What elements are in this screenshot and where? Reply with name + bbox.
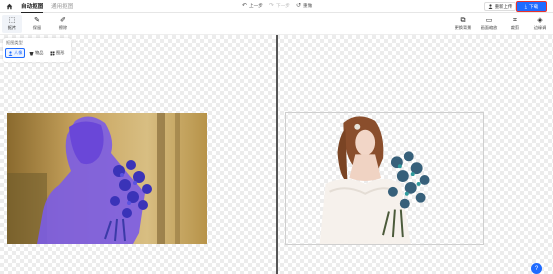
tool-select[interactable]: ⬚ 抠片 [2, 15, 22, 33]
edge-icon: ◈ [537, 17, 543, 24]
crop-icon: ⌗ [513, 17, 517, 24]
tab-general-cutout[interactable]: 通用抠图 [51, 2, 73, 10]
undo-button[interactable]: ↶ 上一步 [242, 3, 263, 9]
compare-divider[interactable] [276, 35, 278, 274]
redo-icon: ↷ [269, 3, 275, 9]
cutout-type-person[interactable]: 人像 [5, 48, 26, 58]
top-bar: 自动抠图 通用抠图 ↶ 上一步 ↷ 下一步 ↺ 重做 重新上传 ⤓ 下载 [0, 0, 553, 13]
zoom-icon: ▭ [485, 17, 493, 24]
tool-keep[interactable]: ✎ 保留 [27, 15, 47, 33]
download-icon: ⤓ [524, 3, 527, 10]
cutout-type-title: 抠图类型 [6, 40, 23, 45]
tool-background-label: 更换背景 [454, 25, 472, 30]
tool-crop-label: 裁剪 [510, 25, 520, 30]
reupload-label: 重新上传 [494, 3, 513, 9]
reupload-button[interactable]: 重新上传 [484, 2, 516, 11]
tool-erase-label: 擦除 [58, 25, 68, 30]
help-button[interactable]: ? [531, 263, 542, 274]
tool-zoom-label: 画面缩放 [480, 25, 498, 30]
reset-button[interactable]: ↺ 重做 [296, 3, 312, 9]
person-icon [8, 50, 13, 56]
user-icon [488, 4, 493, 9]
tool-crop[interactable]: ⌗ 裁剪 [505, 15, 525, 33]
redo-button[interactable]: ↷ 下一步 [269, 3, 290, 9]
cutout-type-person-label: 人像 [14, 50, 23, 55]
tool-zoom[interactable]: ▭ 画面缩放 [479, 15, 499, 33]
tool-edge-label: 边缘调 [533, 25, 547, 30]
original-photo[interactable] [7, 113, 207, 244]
reset-icon: ↺ [296, 3, 302, 9]
cutout-result[interactable] [285, 112, 484, 245]
tool-bar: ⬚ 抠片 ✎ 保留 ✐ 擦除 ⧉ 更换背景 ▭ 画面缩放 ⌗ 裁剪 ◈ 边缘调 [0, 13, 553, 35]
cutout-type-graphic-label: 图形 [56, 50, 65, 55]
graphic-icon [50, 51, 55, 56]
tool-change-background[interactable]: ⧉ 更换背景 [453, 15, 473, 33]
redo-label: 下一步 [276, 3, 290, 8]
cutout-type-panel: 抠图类型 人像 物品 图形 [3, 38, 71, 62]
home-icon[interactable] [6, 3, 13, 10]
tool-edge[interactable]: ◈ 边缘调 [530, 15, 550, 33]
download-button[interactable]: ⤓ 下载 [516, 1, 547, 12]
cutout-type-graphic[interactable]: 图形 [48, 48, 66, 58]
brush-keep-icon: ✎ [34, 17, 40, 24]
reset-label: 重做 [303, 3, 313, 8]
background-icon: ⧉ [460, 17, 466, 24]
undo-label: 上一步 [249, 3, 263, 8]
object-icon [29, 51, 34, 55]
cutout-type-object-label: 物品 [35, 50, 44, 55]
select-icon: ⬚ [8, 17, 16, 24]
tab-auto-cutout[interactable]: 自动抠图 [21, 2, 44, 13]
tool-erase[interactable]: ✐ 擦除 [53, 15, 73, 33]
tool-select-label: 抠片 [7, 25, 17, 30]
cutout-type-object[interactable]: 物品 [27, 48, 45, 58]
tool-keep-label: 保留 [32, 25, 42, 30]
download-label: 下载 [529, 3, 539, 9]
brush-erase-icon: ✐ [60, 17, 66, 24]
undo-icon: ↶ [242, 3, 248, 9]
